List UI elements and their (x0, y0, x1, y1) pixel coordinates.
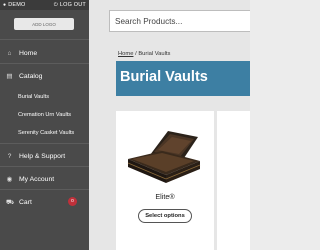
breadcrumb: Home / Burial Vaults (118, 51, 170, 57)
select-options-label: Select options (145, 213, 185, 219)
sidebar-item-account[interactable]: ◉ My Account (0, 174, 89, 184)
sidebar-divider (0, 143, 89, 144)
main-content: Search Products... Home / Burial Vaults … (89, 0, 250, 250)
sidebar-subitem-burial-vaults[interactable]: Burial Vaults (0, 94, 89, 100)
sidebar-subitem-cremation-urn-vaults[interactable]: Cremation Urn Vaults (0, 112, 89, 118)
sidebar: ● DEMO ⏻ LOG OUT ADD LOGO ⌂ Home ▤ Catal… (0, 0, 89, 250)
sidebar-topbar: ● DEMO ⏻ LOG OUT (0, 0, 89, 10)
sidebar-item-label: Cart (19, 198, 32, 206)
search-placeholder: Search Products... (115, 16, 183, 26)
sidebar-subitem-label: Serenity Casket Vaults (18, 130, 75, 136)
demo-user[interactable]: ● DEMO (3, 2, 26, 8)
cart-count-badge: 0 (68, 197, 77, 206)
home-icon: ⌂ (7, 49, 12, 57)
breadcrumb-home-link[interactable]: Home (118, 51, 133, 57)
page-banner: Burial Vaults (116, 61, 250, 96)
sidebar-item-help[interactable]: ? Help & Support (0, 151, 89, 161)
product-card[interactable] (217, 111, 250, 250)
sidebar-item-label: Home (19, 49, 38, 57)
cart-count: 0 (71, 199, 74, 204)
sidebar-subitem-label: Cremation Urn Vaults (18, 112, 72, 118)
product-name[interactable]: Elite® (116, 192, 214, 201)
page-title: Burial Vaults (120, 69, 208, 85)
select-options-button[interactable]: Select options (138, 209, 192, 223)
user-icon: ● (3, 2, 7, 8)
sidebar-divider (0, 166, 89, 167)
logo-placeholder[interactable]: ADD LOGO (14, 18, 74, 30)
sidebar-subitem-label: Burial Vaults (18, 94, 49, 100)
breadcrumb-current: Burial Vaults (138, 51, 171, 57)
sidebar-item-catalog[interactable]: ▤ Catalog (0, 71, 89, 81)
logo-text: ADD LOGO (32, 21, 56, 27)
sidebar-item-label: Help & Support (19, 152, 66, 160)
sidebar-item-label: Catalog (19, 72, 43, 80)
sidebar-item-home[interactable]: ⌂ Home (0, 48, 89, 58)
question-icon: ? (7, 152, 12, 160)
sidebar-divider (0, 189, 89, 190)
product-card[interactable]: Elite® Select options (116, 111, 214, 250)
book-icon: ▤ (6, 73, 13, 80)
sidebar-divider (0, 39, 89, 40)
sidebar-divider (0, 63, 89, 64)
sidebar-item-label: My Account (19, 175, 55, 183)
demo-label: DEMO (8, 2, 26, 8)
sidebar-subitem-serenity-casket-vaults[interactable]: Serenity Casket Vaults (0, 130, 89, 136)
cart-icon: ⛟ (6, 198, 15, 206)
search-input[interactable]: Search Products... (109, 10, 250, 32)
logout-icon: ⏻ (53, 2, 58, 8)
logout-label: LOG OUT (59, 2, 86, 8)
logout-link[interactable]: ⏻ LOG OUT (54, 2, 86, 8)
product-image[interactable] (122, 127, 208, 187)
user-circle-icon: ◉ (6, 176, 13, 183)
